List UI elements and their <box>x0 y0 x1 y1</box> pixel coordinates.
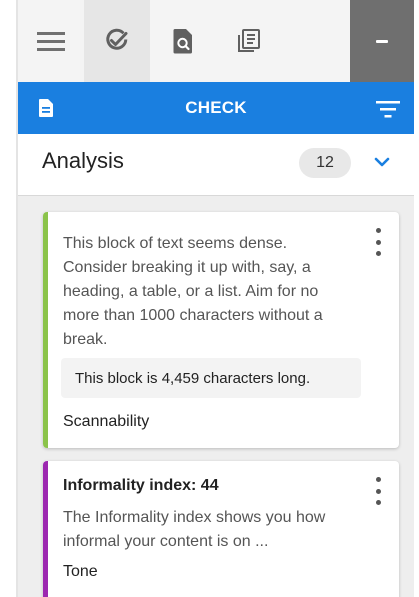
check-tab-button[interactable] <box>84 0 150 82</box>
check-header-bar: CHECK <box>18 82 414 134</box>
search-document-icon <box>173 29 192 54</box>
card-accent-stripe <box>43 212 48 448</box>
analysis-card-scannability[interactable]: This block of text seems dense. Consider… <box>43 212 399 448</box>
analysis-card-tone[interactable]: Informality index: 44 The Informality in… <box>43 461 399 597</box>
menu-button[interactable] <box>18 0 84 82</box>
card-heading: Informality index: 44 <box>63 477 219 494</box>
analysis-header[interactable]: Analysis 12 <box>18 134 414 196</box>
filter-icon[interactable] <box>376 100 400 118</box>
search-document-button[interactable] <box>150 0 216 82</box>
card-description: The Informality index shows you how info… <box>63 509 326 550</box>
top-toolbar <box>18 0 414 82</box>
card-category: Scannability <box>63 413 150 430</box>
check-title: CHECK <box>185 98 247 117</box>
sidebar-panel: CHECK Analysis 12 This block of text see… <box>16 0 414 597</box>
analysis-title: Analysis <box>42 148 124 173</box>
minus-icon <box>376 39 388 43</box>
notes-document-icon <box>238 29 260 52</box>
document-icon <box>39 99 53 117</box>
check-review-icon <box>106 28 128 50</box>
notes-document-button[interactable] <box>216 0 282 82</box>
card-accent-stripe <box>43 461 48 597</box>
more-options-icon[interactable] <box>373 228 383 256</box>
card-description: This block of text seems dense. Consider… <box>63 235 323 348</box>
more-options-icon[interactable] <box>373 477 383 505</box>
card-detail-box: This block is 4,459 characters long. <box>61 358 361 398</box>
chevron-down-icon[interactable] <box>374 156 390 168</box>
card-category: Tone <box>63 563 98 580</box>
minimize-button[interactable] <box>350 0 414 82</box>
menu-icon <box>37 32 65 51</box>
analysis-count-badge: 12 <box>299 148 351 178</box>
